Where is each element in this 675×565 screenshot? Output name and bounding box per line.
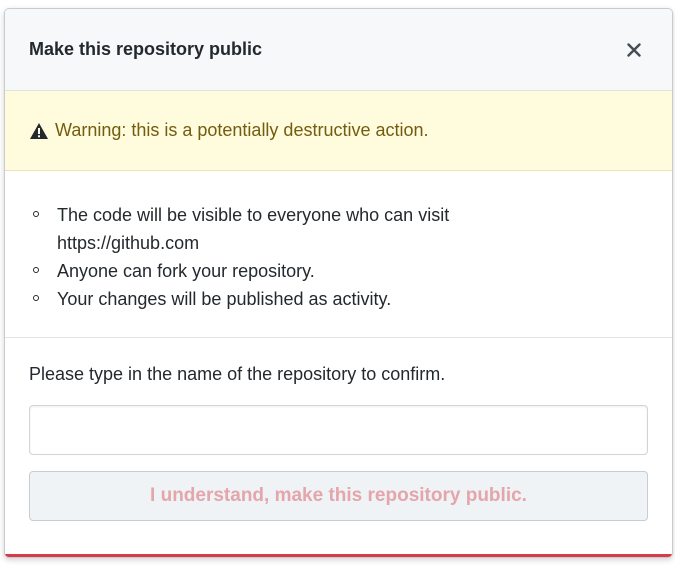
bullet-circle-icon <box>33 211 39 217</box>
repository-name-input[interactable] <box>29 405 648 455</box>
list-item: Your changes will be published as activi… <box>29 285 648 313</box>
list-item: Anyone can fork your repository. <box>29 257 648 285</box>
list-item-text: Anyone can fork your repository. <box>57 261 315 281</box>
dialog-title: Make this repository public <box>29 39 263 59</box>
dialog-header: Make this repository public <box>5 9 672 91</box>
make-public-confirm-button[interactable]: I understand, make this repository publi… <box>29 471 648 521</box>
confirm-section: Please type in the name of the repositor… <box>5 338 672 521</box>
list-item-text: Your changes will be published as activi… <box>57 289 392 309</box>
alert-triangle-icon <box>29 122 49 140</box>
consequences-list: The code will be visible to everyone who… <box>5 171 672 338</box>
warning-banner: Warning: this is a potentially destructi… <box>5 91 672 171</box>
confirm-label: Please type in the name of the repositor… <box>29 364 446 384</box>
warning-text: Warning: this is a potentially destructi… <box>55 120 429 140</box>
list-item-text: The code will be visible to everyone who… <box>57 205 450 225</box>
close-button[interactable] <box>620 36 648 64</box>
list-item: The code will be visible to everyone who… <box>29 201 648 257</box>
make-public-dialog: Make this repository public Warning: thi… <box>4 8 673 558</box>
bullet-circle-icon <box>33 295 39 301</box>
danger-accent-bar <box>5 554 672 557</box>
close-icon <box>627 42 641 57</box>
list-item-text: https://github.com <box>57 233 200 253</box>
bullet-circle-icon <box>33 267 39 273</box>
